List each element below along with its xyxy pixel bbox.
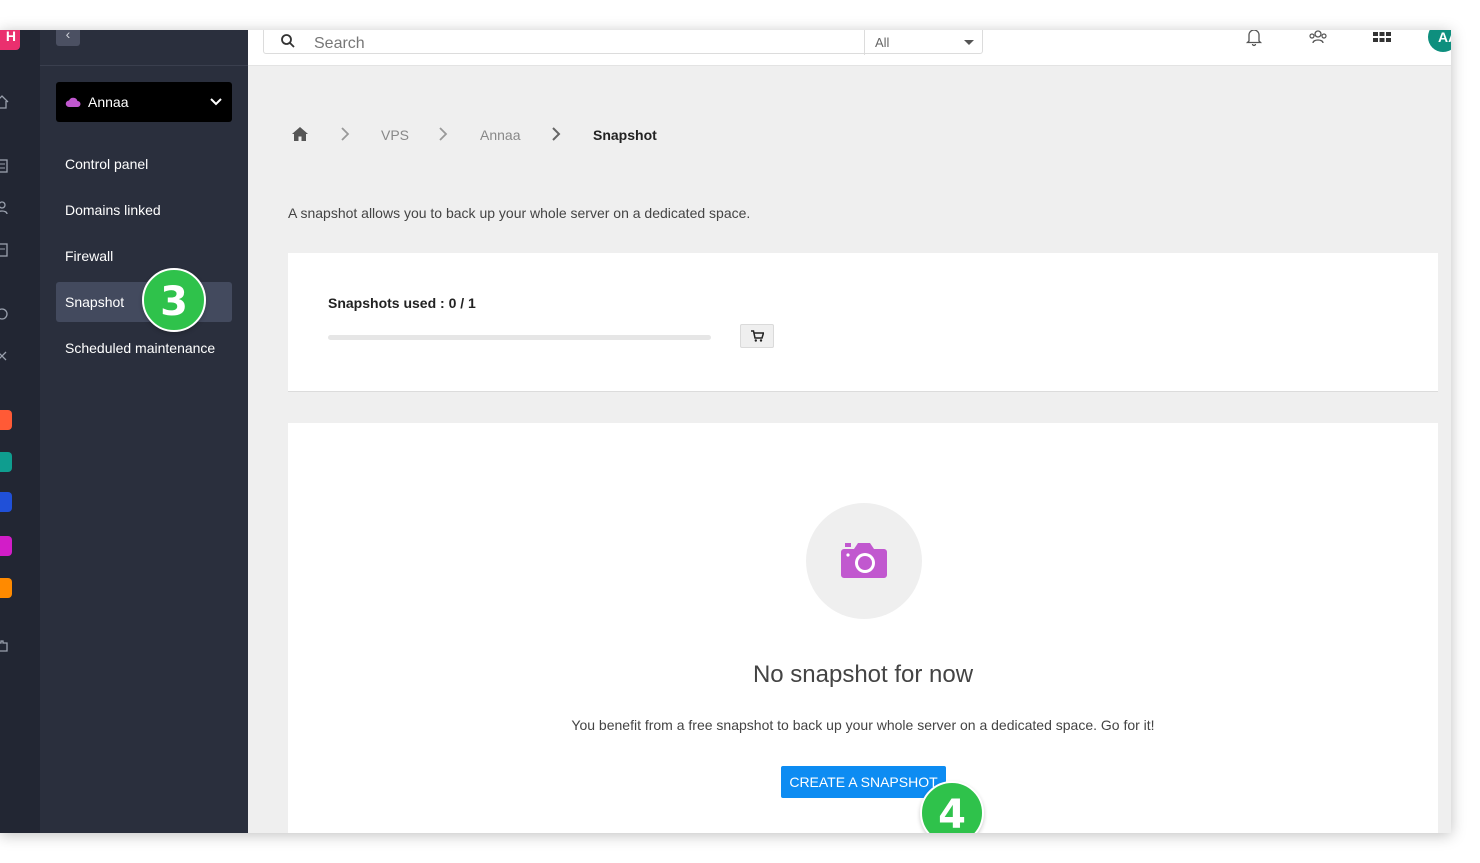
step-badge-3: 3 [142,268,206,332]
camera-illustration [806,503,922,619]
app-shortcut-3[interactable] [0,492,12,512]
app-shortcut-5[interactable] [0,578,12,598]
create-snapshot-button[interactable]: CREATE A SNAPSHOT [781,766,946,798]
app-shortcut-1[interactable] [0,410,12,430]
puzzle-rail-icon[interactable] [0,638,10,654]
usage-progress-bar [328,335,711,340]
chevron-right-icon [439,127,448,141]
bug-rail-icon[interactable] [0,348,10,364]
app-window: H ‹ Annaa Control panel Domains linked F… [0,30,1451,833]
brand-logo[interactable]: H [0,30,20,50]
caret-down-icon[interactable] [964,40,974,45]
support-rail-icon[interactable] [0,306,10,322]
breadcrumb-current: Snapshot [593,127,657,143]
usage-card: Snapshots used : 0 / 1 [288,253,1438,392]
team-icon[interactable] [1307,30,1329,48]
server-rail-icon[interactable] [0,158,10,174]
bell-icon[interactable] [1243,30,1265,48]
chevron-down-icon [210,98,222,106]
sidebar-divider [40,65,248,66]
search-box[interactable]: Search All [263,30,983,55]
camera-icon [841,543,887,578]
order-snapshot-button[interactable] [740,324,774,348]
sidebar-item-scheduled-maintenance[interactable]: Scheduled maintenance [56,328,232,368]
snapshots-used-label: Snapshots used : 0 / 1 [328,295,476,311]
cart-icon [751,330,764,342]
home-icon[interactable] [292,127,308,141]
sidebar-item-domains-linked[interactable]: Domains linked [56,190,232,230]
app-shortcut-2[interactable] [0,452,12,472]
empty-state-card: No snapshot for now You benefit from a f… [288,423,1438,833]
app-shortcut-4[interactable] [0,536,12,556]
empty-state-description: You benefit from a free snapshot to back… [571,717,1155,733]
empty-state-title: No snapshot for now [752,661,974,688]
chevron-right-icon [341,127,350,141]
collapse-sidebar-button[interactable]: ‹ [56,30,80,46]
users-rail-icon[interactable] [0,200,10,216]
search-scope-select[interactable]: All [875,35,889,50]
product-name: Annaa [88,94,129,110]
search-icon [281,34,295,48]
sidebar-item-firewall[interactable]: Firewall [56,236,232,276]
app-rail: H [0,30,40,833]
breadcrumb-vps[interactable]: VPS [381,127,409,143]
billing-rail-icon[interactable] [0,242,10,258]
chevron-right-icon [552,127,561,141]
apps-grid-icon[interactable] [1371,30,1393,48]
cloud-icon [65,97,81,107]
search-input[interactable]: Search [314,35,365,53]
breadcrumb: VPS Annaa Snapshot [292,125,692,145]
breadcrumb-annaa[interactable]: Annaa [480,127,520,143]
top-bar: Search All AA [248,30,1451,66]
sidebar: ‹ Annaa Control panel Domains linked Fir… [40,30,248,833]
page-description: A snapshot allows you to back up your wh… [288,205,751,221]
home-rail-icon[interactable] [0,94,10,110]
product-selector[interactable]: Annaa [56,82,232,122]
sidebar-item-control-panel[interactable]: Control panel [56,144,232,184]
avatar[interactable]: AA [1428,30,1451,52]
search-separator [864,30,865,55]
